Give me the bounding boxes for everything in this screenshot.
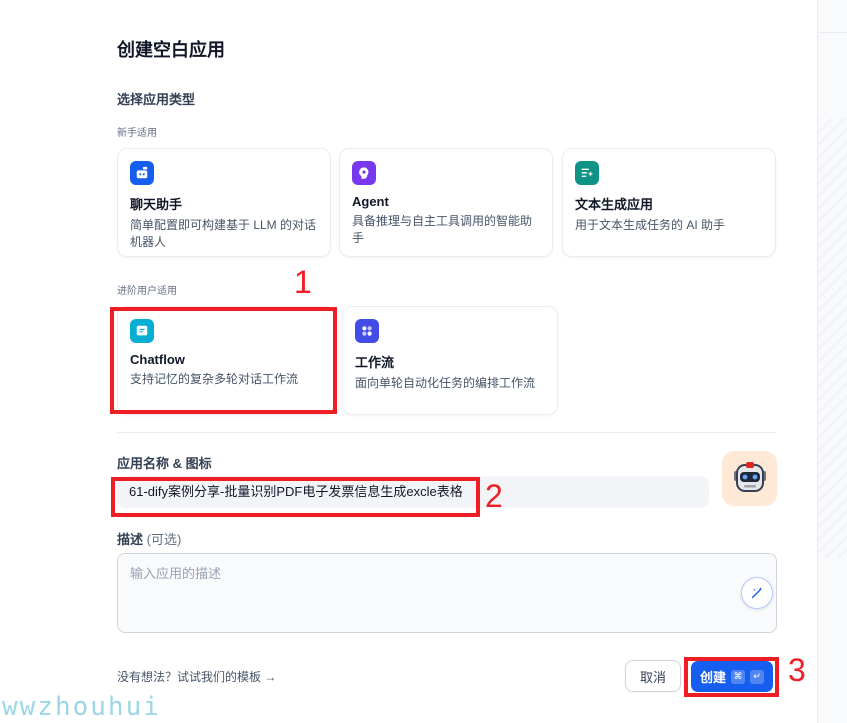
app-type-desc: 面向单轮自动化任务的编排工作流: [355, 376, 536, 390]
cancel-button[interactable]: 取消: [625, 660, 681, 692]
dialog-title: 创建空白应用: [117, 40, 225, 60]
annotation-box-1: [110, 307, 337, 414]
optional-hint: (可选): [146, 532, 182, 547]
description-label: 描述 (可选): [117, 529, 181, 548]
app-type-card-chatbot[interactable]: 聊天助手 简单配置即可构建基于 LLM 的对话机器人: [117, 148, 331, 257]
app-type-name: 聊天助手: [130, 197, 183, 212]
agent-icon: [352, 161, 376, 185]
beginner-group-label: 新手适用: [117, 128, 157, 139]
annotation-number: 2: [485, 478, 503, 514]
side-panel: [817, 0, 847, 723]
app-icon-picker[interactable]: [722, 451, 777, 506]
annotation-box-3: [684, 657, 779, 697]
app-type-card-workflow[interactable]: 工作流 面向单轮自动化任务的编排工作流: [342, 306, 558, 415]
annotation-box-2: [111, 477, 480, 517]
app-type-name: Agent: [352, 194, 389, 209]
text-generation-icon: [575, 161, 599, 185]
watermark: wwzhouhui: [2, 692, 161, 722]
annotation-number: 3: [788, 652, 806, 688]
description-textarea[interactable]: [117, 553, 777, 633]
side-panel-divider: [818, 32, 847, 33]
app-type-section-label: 选择应用类型: [117, 92, 196, 107]
app-type-desc: 具备推理与自主工具调用的智能助手: [352, 214, 533, 245]
chat-bot-icon: [130, 161, 154, 185]
advanced-group-label: 进阶用户适用: [117, 286, 177, 297]
robot-icon: [733, 461, 766, 492]
app-type-name: 文本生成应用: [575, 197, 654, 212]
app-type-desc: 用于文本生成任务的 AI 助手: [575, 218, 726, 232]
app-type-desc: 简单配置即可构建基于 LLM 的对话机器人: [130, 218, 317, 249]
app-type-card-text-generation[interactable]: 文本生成应用 用于文本生成任务的 AI 助手: [562, 148, 776, 257]
section-divider: [117, 432, 777, 433]
ai-generate-button[interactable]: [741, 577, 773, 609]
templates-link[interactable]: 没有想法？试试我们的模板 →: [117, 668, 276, 685]
app-name-label: 应用名称 & 图标: [117, 456, 212, 471]
magic-wand-icon: [751, 587, 763, 599]
app-type-card-agent[interactable]: Agent 具备推理与自主工具调用的智能助手: [339, 148, 553, 257]
annotation-number: 1: [294, 264, 312, 300]
side-panel-pattern: [818, 118, 847, 558]
app-type-name: 工作流: [355, 355, 395, 370]
description-label-text: 描述: [117, 532, 144, 547]
workflow-icon: [355, 319, 379, 343]
